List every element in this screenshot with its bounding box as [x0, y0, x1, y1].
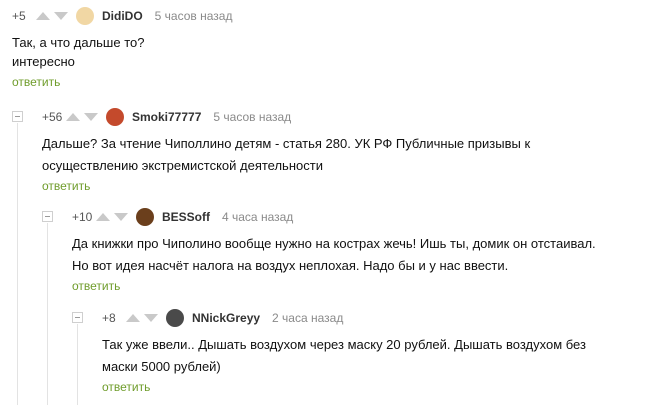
comment-time[interactable]: 5 часов назад [155, 9, 233, 23]
arrow-down-icon[interactable] [114, 213, 128, 221]
reply-link[interactable]: ответить [42, 179, 90, 193]
comment-text: Так уже ввели.. Дышать воздухом через ма… [102, 334, 586, 378]
comment-rating: +10 [72, 210, 93, 224]
comment-header: +8 NNickGreyy 2 часа назад [102, 308, 586, 328]
avatar[interactable] [136, 208, 154, 226]
reply-link[interactable]: ответить [72, 279, 120, 293]
comment: +5 DidiDO 5 часов назад Так, а что дальш… [12, 6, 232, 91]
comment-time[interactable]: 4 часа назад [222, 210, 293, 224]
comment-rating: +56 [42, 110, 63, 124]
comment-text-line: Так уже ввели.. Дышать воздухом через ма… [102, 337, 586, 352]
thread-line [17, 123, 18, 405]
thread-line [47, 223, 48, 405]
comment-rating: +5 [12, 9, 26, 23]
comment-rating: +8 [102, 311, 116, 325]
comment-text-line: Но вот идея насчёт налога на воздух непл… [72, 258, 509, 273]
comment-text-line: интересно [12, 54, 75, 69]
comment-author[interactable]: NNickGreyy [192, 311, 260, 325]
reply-link[interactable]: ответить [102, 380, 150, 394]
collapse-branch-icon[interactable] [72, 312, 83, 323]
comment-text-line: маски 5000 рублей) [102, 359, 221, 374]
avatar[interactable] [106, 108, 124, 126]
comment-text-line: осуществлению экстремистской деятельност… [42, 158, 323, 173]
comment-text: Да книжки про Чиполино вообще нужно на к… [72, 233, 596, 277]
arrow-up-icon[interactable] [96, 213, 110, 221]
comment-header: +56 Smoki77777 5 часов назад [42, 107, 530, 127]
arrow-down-icon[interactable] [54, 12, 68, 20]
comment-text: Дальше? За чтение Чиполлино детям - стат… [42, 133, 530, 177]
arrow-down-icon[interactable] [144, 314, 158, 322]
reply-link[interactable]: ответить [12, 75, 60, 89]
comment: +10 BESSoff 4 часа назад Да книжки про Ч… [72, 207, 596, 295]
comment-time[interactable]: 2 часа назад [272, 311, 343, 325]
arrow-up-icon[interactable] [36, 12, 50, 20]
comment-author[interactable]: Smoki77777 [132, 110, 201, 124]
arrow-down-icon[interactable] [84, 113, 98, 121]
comment: +8 NNickGreyy 2 часа назад Так уже ввели… [102, 308, 586, 396]
comment-time[interactable]: 5 часов назад [213, 110, 291, 124]
comment-text-line: Дальше? За чтение Чиполлино детям - стат… [42, 136, 531, 151]
comment-author[interactable]: BESSoff [162, 210, 210, 224]
arrow-up-icon[interactable] [66, 113, 80, 121]
collapse-branch-icon[interactable] [12, 111, 23, 122]
arrow-up-icon[interactable] [126, 314, 140, 322]
comment-header: +10 BESSoff 4 часа назад [72, 207, 596, 227]
comment: +56 Smoki77777 5 часов назад Дальше? За … [42, 107, 530, 195]
thread-line [77, 324, 78, 405]
comment-text: Так, а что дальше то? интересно [12, 32, 232, 73]
comment-author[interactable]: DidiDO [102, 9, 143, 23]
avatar[interactable] [166, 309, 184, 327]
comment-header: +5 DidiDO 5 часов назад [12, 6, 232, 26]
comment-text-line: Да книжки про Чиполино вообще нужно на к… [72, 236, 596, 251]
avatar[interactable] [76, 7, 94, 25]
collapse-branch-icon[interactable] [42, 211, 53, 222]
